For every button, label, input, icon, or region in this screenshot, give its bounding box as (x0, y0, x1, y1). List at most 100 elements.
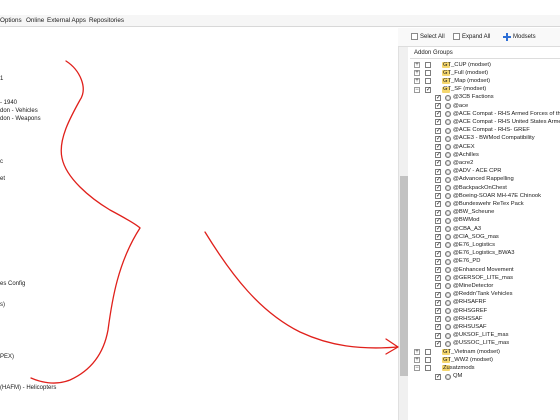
addon-checkbox[interactable]: ✓ (435, 275, 441, 282)
addon-checkbox[interactable]: ✓ (435, 127, 441, 134)
select-all-toggle[interactable]: Select All (411, 33, 445, 40)
list-item[interactable]: c (0, 159, 3, 165)
addon-row[interactable]: ✓ @USSOC_LITE_mas (410, 340, 560, 348)
addon-row[interactable]: ✓ @ACE3 - BWMod Compatibility (410, 135, 560, 143)
expand-icon[interactable]: + (414, 357, 420, 364)
expand-all-checkbox[interactable] (453, 33, 460, 40)
list-item[interactable]: don - Weapons (0, 116, 41, 122)
addon-checkbox[interactable]: ✓ (435, 242, 441, 249)
addon-row[interactable]: ✓ @Boeing-SOAR MH-47E Chinook (410, 193, 560, 200)
modsets-button[interactable]: Modsets (503, 33, 536, 41)
addon-row[interactable]: ✓ @CBA_A3 (410, 226, 560, 233)
vertical-scrollbar[interactable] (398, 47, 408, 420)
scrollbar-thumb[interactable] (400, 176, 408, 376)
addon-checkbox[interactable]: ✓ (435, 152, 441, 159)
menu-options[interactable]: Options (0, 17, 22, 24)
list-item[interactable]: es Config (0, 281, 25, 287)
addon-checkbox[interactable]: ✓ (435, 94, 441, 101)
addon-row[interactable]: ✓ @Advanced Rappelling (410, 176, 560, 184)
addon-row[interactable]: ✓ @RHSGREF (410, 308, 560, 315)
addon-row[interactable]: ✓ @3CB Factions (410, 94, 560, 102)
addon-row[interactable]: ✓ QM (410, 373, 560, 381)
group-checkbox[interactable] (425, 70, 431, 77)
addon-checkbox[interactable]: ✓ (435, 168, 441, 175)
addon-checkbox[interactable]: ✓ (435, 226, 441, 232)
addon-checkbox[interactable]: ✓ (435, 267, 441, 273)
addon-checkbox[interactable]: ✓ (435, 185, 441, 191)
addon-checkbox[interactable]: ✓ (435, 299, 441, 306)
list-item[interactable]: - 1940 (0, 100, 17, 106)
addon-row[interactable]: ✓ @BackpackOnChest (410, 185, 560, 192)
addon-checkbox[interactable]: ✓ (435, 258, 441, 265)
addon-row[interactable]: ✓ @MineDetector (410, 283, 560, 290)
expand-icon[interactable]: + (414, 62, 420, 68)
menu-repositories[interactable]: Repositories (89, 17, 124, 24)
addon-checkbox[interactable]: ✓ (435, 103, 441, 109)
group-checkbox[interactable] (425, 78, 431, 85)
addon-row[interactable]: ✓ @ADV - ACE CPR (410, 168, 560, 176)
addon-row[interactable]: ✓ @acre2 (410, 160, 560, 167)
addon-group-row[interactable]: + GT_Map (modset) (410, 78, 560, 85)
addon-checkbox[interactable]: ✓ (435, 234, 441, 241)
addon-checkbox[interactable]: ✓ (435, 144, 441, 150)
addon-checkbox[interactable]: ✓ (435, 316, 441, 323)
group-checkbox[interactable] (425, 365, 431, 372)
group-checkbox[interactable] (425, 62, 431, 68)
addon-checkbox[interactable]: ✓ (435, 176, 441, 183)
menu-online[interactable]: Online (26, 17, 44, 24)
addon-row[interactable]: ✓ @GERSOF_LITE_mas (410, 275, 560, 282)
list-item[interactable]: don - Vehicles (0, 108, 38, 114)
addon-row[interactable]: ✓ @ACE Compat - RHS Armed Forces of the (410, 111, 560, 118)
expand-icon[interactable]: + (414, 70, 420, 77)
addon-group-row[interactable]: − ✓ GT_SF (modset) (410, 86, 560, 94)
collapse-icon[interactable]: − (414, 365, 420, 372)
expand-icon[interactable]: + (414, 349, 420, 355)
addon-row[interactable]: ✓ @E76_PD (410, 258, 560, 266)
addon-checkbox[interactable]: ✓ (435, 209, 441, 216)
addon-row[interactable]: ✓ @ACEX (410, 144, 560, 151)
addon-group-row[interactable]: − Zusatzmods (410, 365, 560, 372)
addon-group-row[interactable]: + GT_WW2 (modset) (410, 357, 560, 364)
addon-checkbox[interactable]: ✓ (435, 160, 441, 167)
list-item[interactable]: 1 (0, 76, 3, 82)
addon-checkbox[interactable]: ✓ (435, 193, 441, 200)
expand-icon[interactable]: + (414, 78, 420, 85)
list-item[interactable]: PEX) (0, 354, 14, 360)
addon-checkbox[interactable]: ✓ (435, 111, 441, 118)
addon-group-row[interactable]: + GT_Full (modset) (410, 70, 560, 77)
list-item[interactable]: et (0, 176, 5, 182)
addon-checkbox[interactable]: ✓ (435, 340, 441, 347)
addon-checkbox[interactable]: ✓ (435, 217, 441, 224)
addon-row[interactable]: ✓ @BWMod (410, 217, 560, 225)
addon-row[interactable]: ✓ @UKSOF_LITE_mas (410, 332, 560, 340)
menu-external-apps[interactable]: External Apps (47, 17, 86, 24)
addon-checkbox[interactable]: ✓ (435, 283, 441, 290)
expand-all-toggle[interactable]: Expand All (453, 33, 490, 40)
collapse-icon[interactable]: − (414, 86, 420, 93)
addon-row[interactable]: ✓ @CIA_SOG_mas (410, 234, 560, 241)
addon-group-row[interactable]: + GT_CUP (modset) (410, 62, 560, 69)
addon-checkbox[interactable]: ✓ (435, 308, 441, 314)
addon-row[interactable]: ✓ @ace (410, 103, 560, 110)
addon-row[interactable]: ✓ @Reddn'Tank Vehicles (410, 291, 560, 299)
addon-checkbox[interactable]: ✓ (435, 332, 441, 339)
list-item[interactable]: (HAFM) - Helicopters (0, 385, 56, 391)
addon-row[interactable]: ✓ @Bundeswehr ReTex Pack (410, 201, 560, 208)
addon-checkbox[interactable]: ✓ (435, 201, 441, 208)
group-checkbox[interactable]: ✓ (425, 86, 431, 93)
addon-checkbox[interactable]: ✓ (435, 373, 441, 380)
addon-row[interactable]: ✓ @E76_Logistics_BWA3 (410, 250, 560, 258)
addon-checkbox[interactable]: ✓ (435, 135, 441, 142)
addon-group-row[interactable]: + GT_Vietnam (modset) (410, 349, 560, 356)
addon-checkbox[interactable]: ✓ (435, 324, 441, 331)
addon-row[interactable]: ✓ @E76_Logistics (410, 242, 560, 249)
addon-checkbox[interactable]: ✓ (435, 250, 441, 257)
addon-checkbox[interactable]: ✓ (435, 291, 441, 298)
addon-row[interactable]: ✓ @BW_Scheune (410, 209, 560, 217)
select-all-checkbox[interactable] (411, 33, 418, 40)
list-item[interactable]: s) (0, 302, 5, 308)
addon-row[interactable]: ✓ @Enhanced Movement (410, 267, 560, 274)
addon-checkbox[interactable]: ✓ (435, 119, 441, 126)
addon-row[interactable]: ✓ @ACE Compat - RHS United States Armed (410, 119, 560, 126)
addon-row[interactable]: ✓ @Achilles (410, 152, 560, 159)
